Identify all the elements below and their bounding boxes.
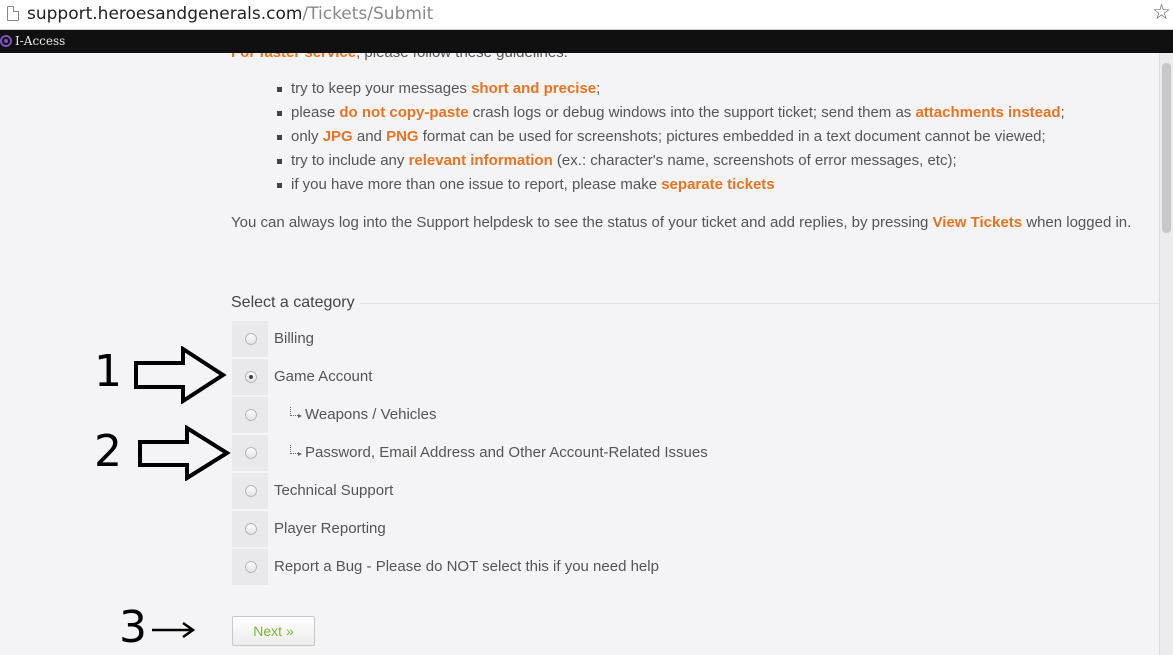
bookmarks-bar: I-Access bbox=[0, 30, 1173, 53]
annotation-number-3: 3 bbox=[119, 602, 147, 653]
view-tickets-link[interactable]: View Tickets bbox=[933, 214, 1023, 231]
annotation-number-1: 1 bbox=[94, 346, 122, 397]
scrollbar-thumb[interactable] bbox=[1162, 63, 1171, 233]
radio-cell bbox=[232, 397, 268, 433]
radio-cell bbox=[232, 473, 268, 509]
annotation-arrow-2-icon bbox=[138, 425, 231, 481]
next-button[interactable]: Next » bbox=[232, 616, 315, 646]
category-radio-group: Billing Game Account Weapons / Vehicles … bbox=[232, 321, 752, 587]
radio-report-bug[interactable] bbox=[245, 561, 257, 573]
radio-cell bbox=[232, 359, 268, 395]
radio-game-account[interactable] bbox=[245, 371, 257, 383]
list-item: if you have more than one issue to repor… bbox=[256, 173, 1065, 197]
radio-player-reporting[interactable] bbox=[245, 523, 257, 535]
category-label: Password, Email Address and Other Accoun… bbox=[290, 444, 708, 461]
radio-cell bbox=[232, 435, 268, 471]
category-label: Player Reporting bbox=[274, 520, 386, 537]
subcategory-arrow-icon bbox=[290, 445, 302, 456]
guidelines-intro: For faster service, please follow these … bbox=[231, 53, 568, 61]
radio-cell bbox=[232, 321, 268, 357]
category-option-billing[interactable]: Billing bbox=[232, 321, 752, 359]
bookmark-star-icon[interactable]: ☆ bbox=[1152, 1, 1171, 25]
category-label: Game Account bbox=[274, 368, 373, 385]
category-label: Billing bbox=[274, 330, 315, 347]
guidelines-list: try to keep your messages short and prec… bbox=[256, 77, 1065, 197]
radio-cell bbox=[232, 549, 268, 585]
radio-billing[interactable] bbox=[245, 333, 257, 345]
annotation-arrow-1-icon bbox=[134, 346, 227, 404]
list-item: try to include any relevant information … bbox=[256, 149, 1065, 173]
address-bar[interactable]: support.heroesandgenerals.com/Tickets/Su… bbox=[0, 0, 1173, 30]
category-option-game-account[interactable]: Game Account bbox=[232, 359, 752, 397]
category-option-password-email[interactable]: Password, Email Address and Other Accoun… bbox=[232, 435, 752, 473]
category-option-weapons-vehicles[interactable]: Weapons / Vehicles bbox=[232, 397, 752, 435]
list-item: please do not copy-paste crash logs or d… bbox=[256, 101, 1065, 125]
category-option-technical-support[interactable]: Technical Support bbox=[232, 473, 752, 511]
radio-technical-support[interactable] bbox=[245, 485, 257, 497]
bookmark-favicon-icon bbox=[0, 35, 12, 47]
list-item: only JPG and PNG format can be used for … bbox=[256, 125, 1065, 149]
subcategory-arrow-icon bbox=[290, 407, 302, 418]
category-label: Weapons / Vehicles bbox=[290, 406, 436, 423]
page-scrollbar[interactable] bbox=[1159, 53, 1173, 655]
category-option-player-reporting[interactable]: Player Reporting bbox=[232, 511, 752, 549]
category-label: Technical Support bbox=[274, 482, 394, 499]
category-option-report-bug[interactable]: Report a Bug - Please do NOT select this… bbox=[232, 549, 752, 587]
heading-divider bbox=[360, 303, 1159, 304]
page-icon bbox=[7, 6, 19, 21]
radio-password-email[interactable] bbox=[245, 447, 257, 459]
radio-weapons-vehicles[interactable] bbox=[245, 409, 257, 421]
bookmark-i-access[interactable]: I-Access bbox=[15, 34, 65, 48]
annotation-arrow-3-icon bbox=[152, 621, 196, 639]
url-text[interactable]: support.heroesandgenerals.com/Tickets/Su… bbox=[27, 4, 433, 24]
list-item: try to keep your messages short and prec… bbox=[256, 77, 1065, 101]
annotation-number-2: 2 bbox=[94, 426, 122, 477]
status-note: You can always log into the Support help… bbox=[231, 214, 1132, 231]
radio-cell bbox=[232, 511, 268, 547]
category-heading: Select a category bbox=[231, 294, 355, 311]
category-label: Report a Bug - Please do NOT select this… bbox=[274, 558, 659, 575]
